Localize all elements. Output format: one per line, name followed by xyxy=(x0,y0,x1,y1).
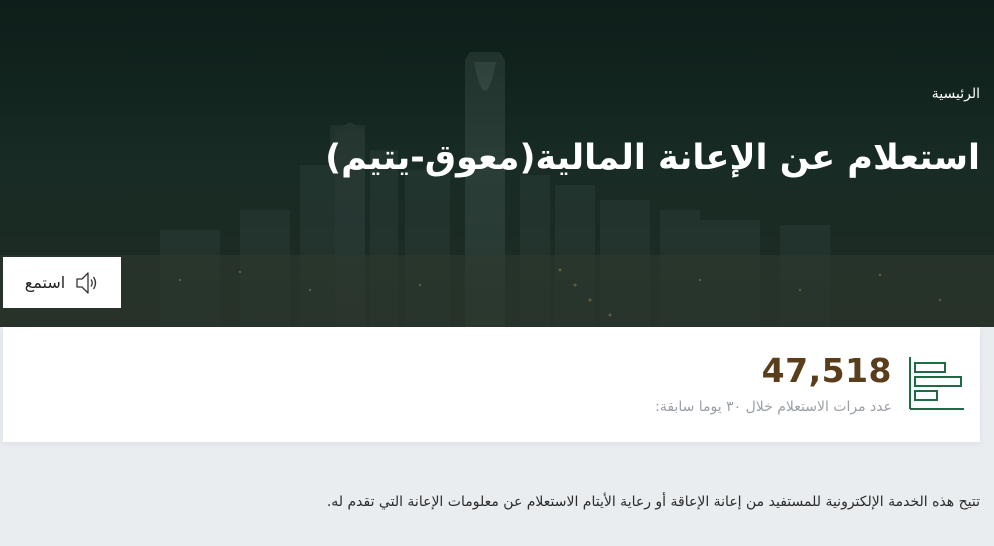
speaker-icon xyxy=(75,270,99,296)
service-description: تتيح هذه الخدمة الإلكترونية للمستفيد من … xyxy=(326,494,980,510)
listen-label: استمع xyxy=(24,273,66,292)
breadcrumb-home[interactable]: الرئيسية xyxy=(932,86,980,102)
stats-card: 47,518 عدد مرات الاستعلام خلال ٣٠ يوما س… xyxy=(3,327,980,442)
bar-chart-icon xyxy=(908,355,964,415)
listen-button[interactable]: استمع xyxy=(3,257,121,308)
inquiry-count-caption: عدد مرات الاستعلام خلال ٣٠ يوما سابقة: xyxy=(655,399,892,415)
page-title: استعلام عن الإعانة المالية(معوق-يتيم) xyxy=(325,138,980,178)
hero-banner: الرئيسية استعلام عن الإعانة المالية(معوق… xyxy=(0,0,994,327)
inquiry-count: 47,518 xyxy=(761,351,892,390)
